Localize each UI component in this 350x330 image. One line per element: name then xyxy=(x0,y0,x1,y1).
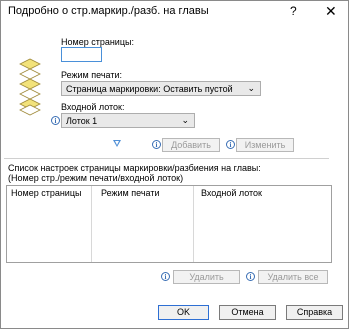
chevron-down-icon: ⌄ xyxy=(181,115,189,125)
chevron-down-icon: ⌄ xyxy=(247,83,255,93)
list-subtitle: (Номер стр./режим печати/входной лоток) xyxy=(8,173,184,183)
add-button[interactable]: Добавить xyxy=(162,138,220,152)
title-bar: Подробно о стр.маркир./разб. на главы ? … xyxy=(1,1,348,23)
delete-button[interactable]: Удалить xyxy=(173,270,240,284)
input-tray-value: Лоток 1 xyxy=(66,116,98,126)
info-icon[interactable]: i xyxy=(161,272,170,281)
separator xyxy=(4,158,329,159)
print-mode-value: Страница маркировки: Оставить пустой xyxy=(66,84,233,94)
cancel-button[interactable]: Отмена xyxy=(219,305,276,320)
column-header[interactable]: Номер страницы xyxy=(7,186,91,200)
arrow-down-icon xyxy=(113,140,121,147)
input-tray-label: Входной лоток: xyxy=(61,102,125,112)
column-header[interactable]: Входной лоток xyxy=(197,186,329,200)
page-number-label: Номер страницы: xyxy=(61,37,134,47)
column-header[interactable]: Режим печати xyxy=(97,186,193,200)
delete-all-button[interactable]: Удалить все xyxy=(258,270,328,284)
dialog-title: Подробно о стр.маркир./разб. на главы xyxy=(8,5,209,17)
help-icon[interactable]: ? xyxy=(290,4,297,18)
page-number-input[interactable] xyxy=(61,47,102,62)
modify-button[interactable]: Изменить xyxy=(236,138,294,152)
help-button[interactable]: Справка xyxy=(286,305,343,320)
close-icon[interactable]: ✕ xyxy=(325,3,337,20)
column-divider xyxy=(193,186,194,262)
paper-stack-icon xyxy=(19,58,41,116)
ok-button[interactable]: OK xyxy=(158,305,209,320)
dialog: Подробно о стр.маркир./разб. на главы ? … xyxy=(0,0,349,329)
print-mode-label: Режим печати: xyxy=(61,70,122,80)
settings-list[interactable]: Номер страницы Режим печати Входной лото… xyxy=(6,185,332,263)
info-icon[interactable]: i xyxy=(51,116,60,125)
column-divider xyxy=(91,186,92,262)
info-icon[interactable]: i xyxy=(246,272,255,281)
list-title: Список настроек страницы маркировки/разб… xyxy=(8,163,261,173)
info-icon[interactable]: i xyxy=(226,140,235,149)
print-mode-select[interactable]: Страница маркировки: Оставить пустой ⌄ xyxy=(61,81,261,96)
input-tray-select[interactable]: Лоток 1 ⌄ xyxy=(61,113,195,128)
info-icon[interactable]: i xyxy=(152,140,161,149)
